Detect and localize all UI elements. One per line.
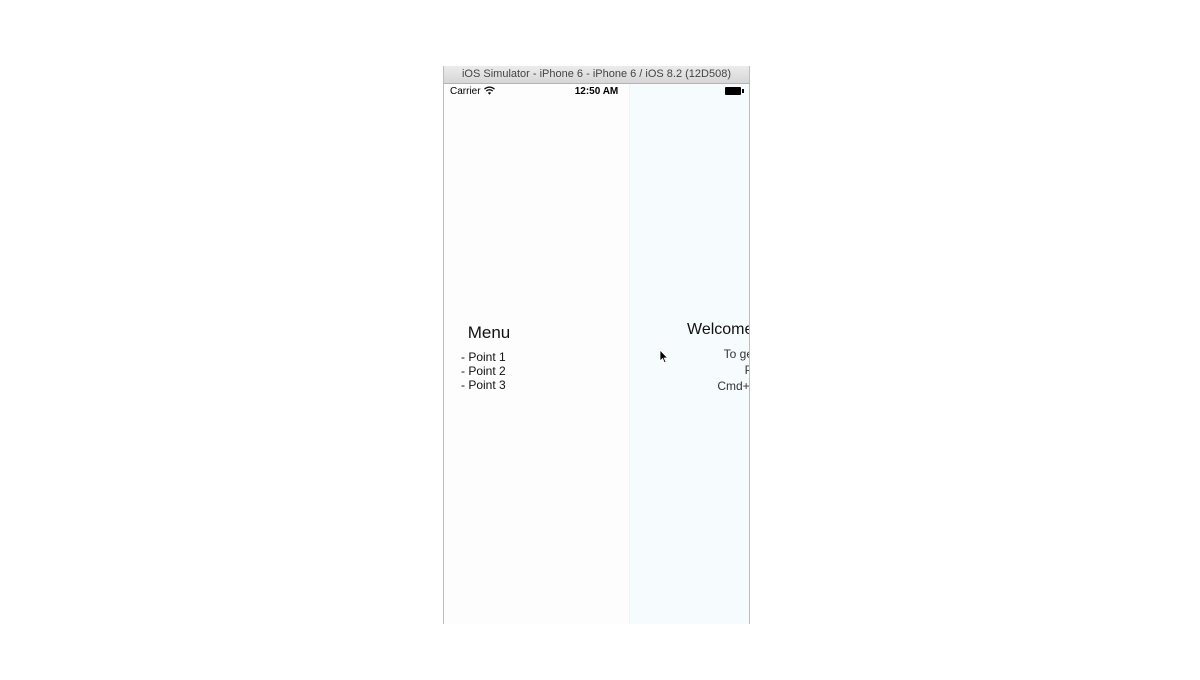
menu-list: - Point 1 - Point 2 - Point 3 [461, 350, 506, 392]
status-bar: Carrier 12:50 AM [444, 84, 749, 98]
main-content-panel[interactable]: Welcome To get started Press Cmd+Control… [629, 84, 749, 624]
mouse-cursor-icon [659, 349, 669, 364]
menu-title: Menu [467, 323, 511, 342]
instruction-line: Cmd+Control+Z [717, 379, 749, 393]
battery-icon [725, 87, 744, 95]
window-title: iOS Simulator - iPhone 6 - iPhone 6 / iO… [444, 66, 749, 84]
status-time: 12:50 AM [574, 86, 619, 97]
menu-item[interactable]: - Point 1 [461, 350, 506, 364]
menu-item[interactable]: - Point 3 [461, 378, 506, 392]
device-screen[interactable]: Carrier 12:50 AM Menu - Point 1 - Point … [444, 84, 749, 624]
menu-item[interactable]: - Point 2 [461, 364, 506, 378]
welcome-instructions: To get started Press Cmd+Control+Z [690, 346, 749, 394]
simulator-window: iOS Simulator - iPhone 6 - iPhone 6 / iO… [443, 66, 750, 624]
instruction-line: To get started [723, 347, 749, 361]
instruction-line: Press [690, 362, 749, 378]
side-menu-panel[interactable]: Menu - Point 1 - Point 2 - Point 3 [444, 84, 629, 624]
welcome-title: Welcome [687, 321, 749, 338]
